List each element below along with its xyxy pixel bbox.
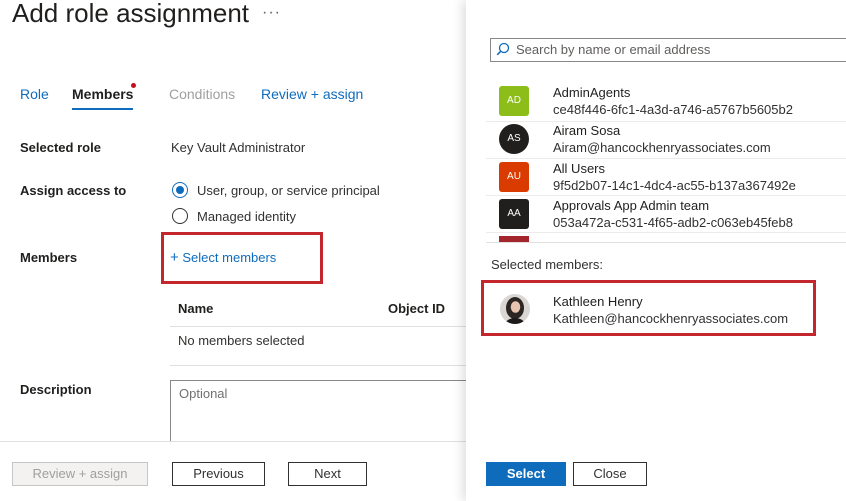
radio-managed-identity-label[interactable]: Managed identity xyxy=(197,209,296,224)
members-label: Members xyxy=(20,250,78,265)
list-scroll-edge xyxy=(486,242,846,243)
search-icon xyxy=(496,42,510,61)
description-label: Description xyxy=(20,382,92,397)
list-item-sub[interactable]: 9f5d2b07-14c1-4dc4-ac55-b137a367492e xyxy=(553,178,796,193)
selected-member-email: Kathleen@hancockhenryassociates.com xyxy=(553,311,789,326)
radio-user-group-sp[interactable] xyxy=(172,182,188,198)
page-title: Add role assignment xyxy=(12,0,250,28)
tab-required-dot xyxy=(131,83,136,88)
selected-role-label: Selected role xyxy=(20,140,101,155)
plus-icon: + xyxy=(170,249,179,266)
list-divider xyxy=(486,232,846,233)
column-header-object-id[interactable]: Object ID xyxy=(388,301,445,316)
review-assign-button[interactable]: Review + assign xyxy=(12,462,148,486)
search-placeholder: Search by name or email address xyxy=(516,42,711,57)
list-item-name[interactable]: Approvals App Admin team xyxy=(553,198,709,213)
avatar-airam-sosa: AS xyxy=(499,124,529,154)
list-divider xyxy=(486,158,846,159)
radio-user-group-sp-label[interactable]: User, group, or service principal xyxy=(197,183,380,198)
highlight-box-selected-member xyxy=(481,280,816,336)
column-header-name[interactable]: Name xyxy=(178,301,213,316)
tab-members[interactable]: Members xyxy=(72,86,134,110)
table-bottom-divider xyxy=(170,365,466,366)
list-item-sub[interactable]: ce48f446-6fc1-4a3d-a746-a5767b5605b2 xyxy=(553,102,793,117)
previous-button[interactable]: Previous xyxy=(172,462,265,486)
table-empty-message: No members selected xyxy=(178,333,305,348)
close-button[interactable]: Close xyxy=(573,462,647,486)
avatar-all-users: AU xyxy=(499,162,529,192)
selected-member-name: Kathleen Henry xyxy=(553,294,643,309)
avatar-adminagents: AD xyxy=(499,86,529,116)
select-members-text: Select members xyxy=(182,250,277,265)
avatar-approvals-app-admin-team: AA xyxy=(499,199,529,229)
list-item-sub[interactable]: 053a472a-c531-4f65-adb2-c063eb45feb8 xyxy=(553,215,793,230)
footer-divider xyxy=(0,441,466,442)
assign-access-label: Assign access to xyxy=(20,183,127,198)
list-item-name[interactable]: Airam Sosa xyxy=(553,123,620,138)
list-item-name[interactable]: All Users xyxy=(553,161,605,176)
next-button[interactable]: Next xyxy=(288,462,367,486)
selected-role-value: Key Vault Administrator xyxy=(171,140,306,155)
list-divider xyxy=(486,195,846,196)
list-item-name[interactable]: AdminAgents xyxy=(553,85,630,100)
select-members-link[interactable]: + Select members xyxy=(170,249,276,266)
list-divider xyxy=(486,121,846,122)
selected-members-label: Selected members: xyxy=(491,257,603,272)
select-button[interactable]: Select xyxy=(486,462,566,486)
select-members-panel xyxy=(466,0,846,501)
description-placeholder: Optional xyxy=(179,386,228,401)
table-header-divider xyxy=(170,326,466,327)
tab-conditions[interactable]: Conditions xyxy=(169,86,235,102)
avatar-kathleen-henry xyxy=(500,294,530,324)
tab-review-assign[interactable]: Review + assign xyxy=(261,86,363,102)
tab-role[interactable]: Role xyxy=(20,86,49,102)
list-item-sub[interactable]: Airam@hancockhenryassociates.com xyxy=(553,140,771,155)
radio-managed-identity[interactable] xyxy=(172,208,188,224)
more-options-icon[interactable]: ··· xyxy=(262,4,281,22)
